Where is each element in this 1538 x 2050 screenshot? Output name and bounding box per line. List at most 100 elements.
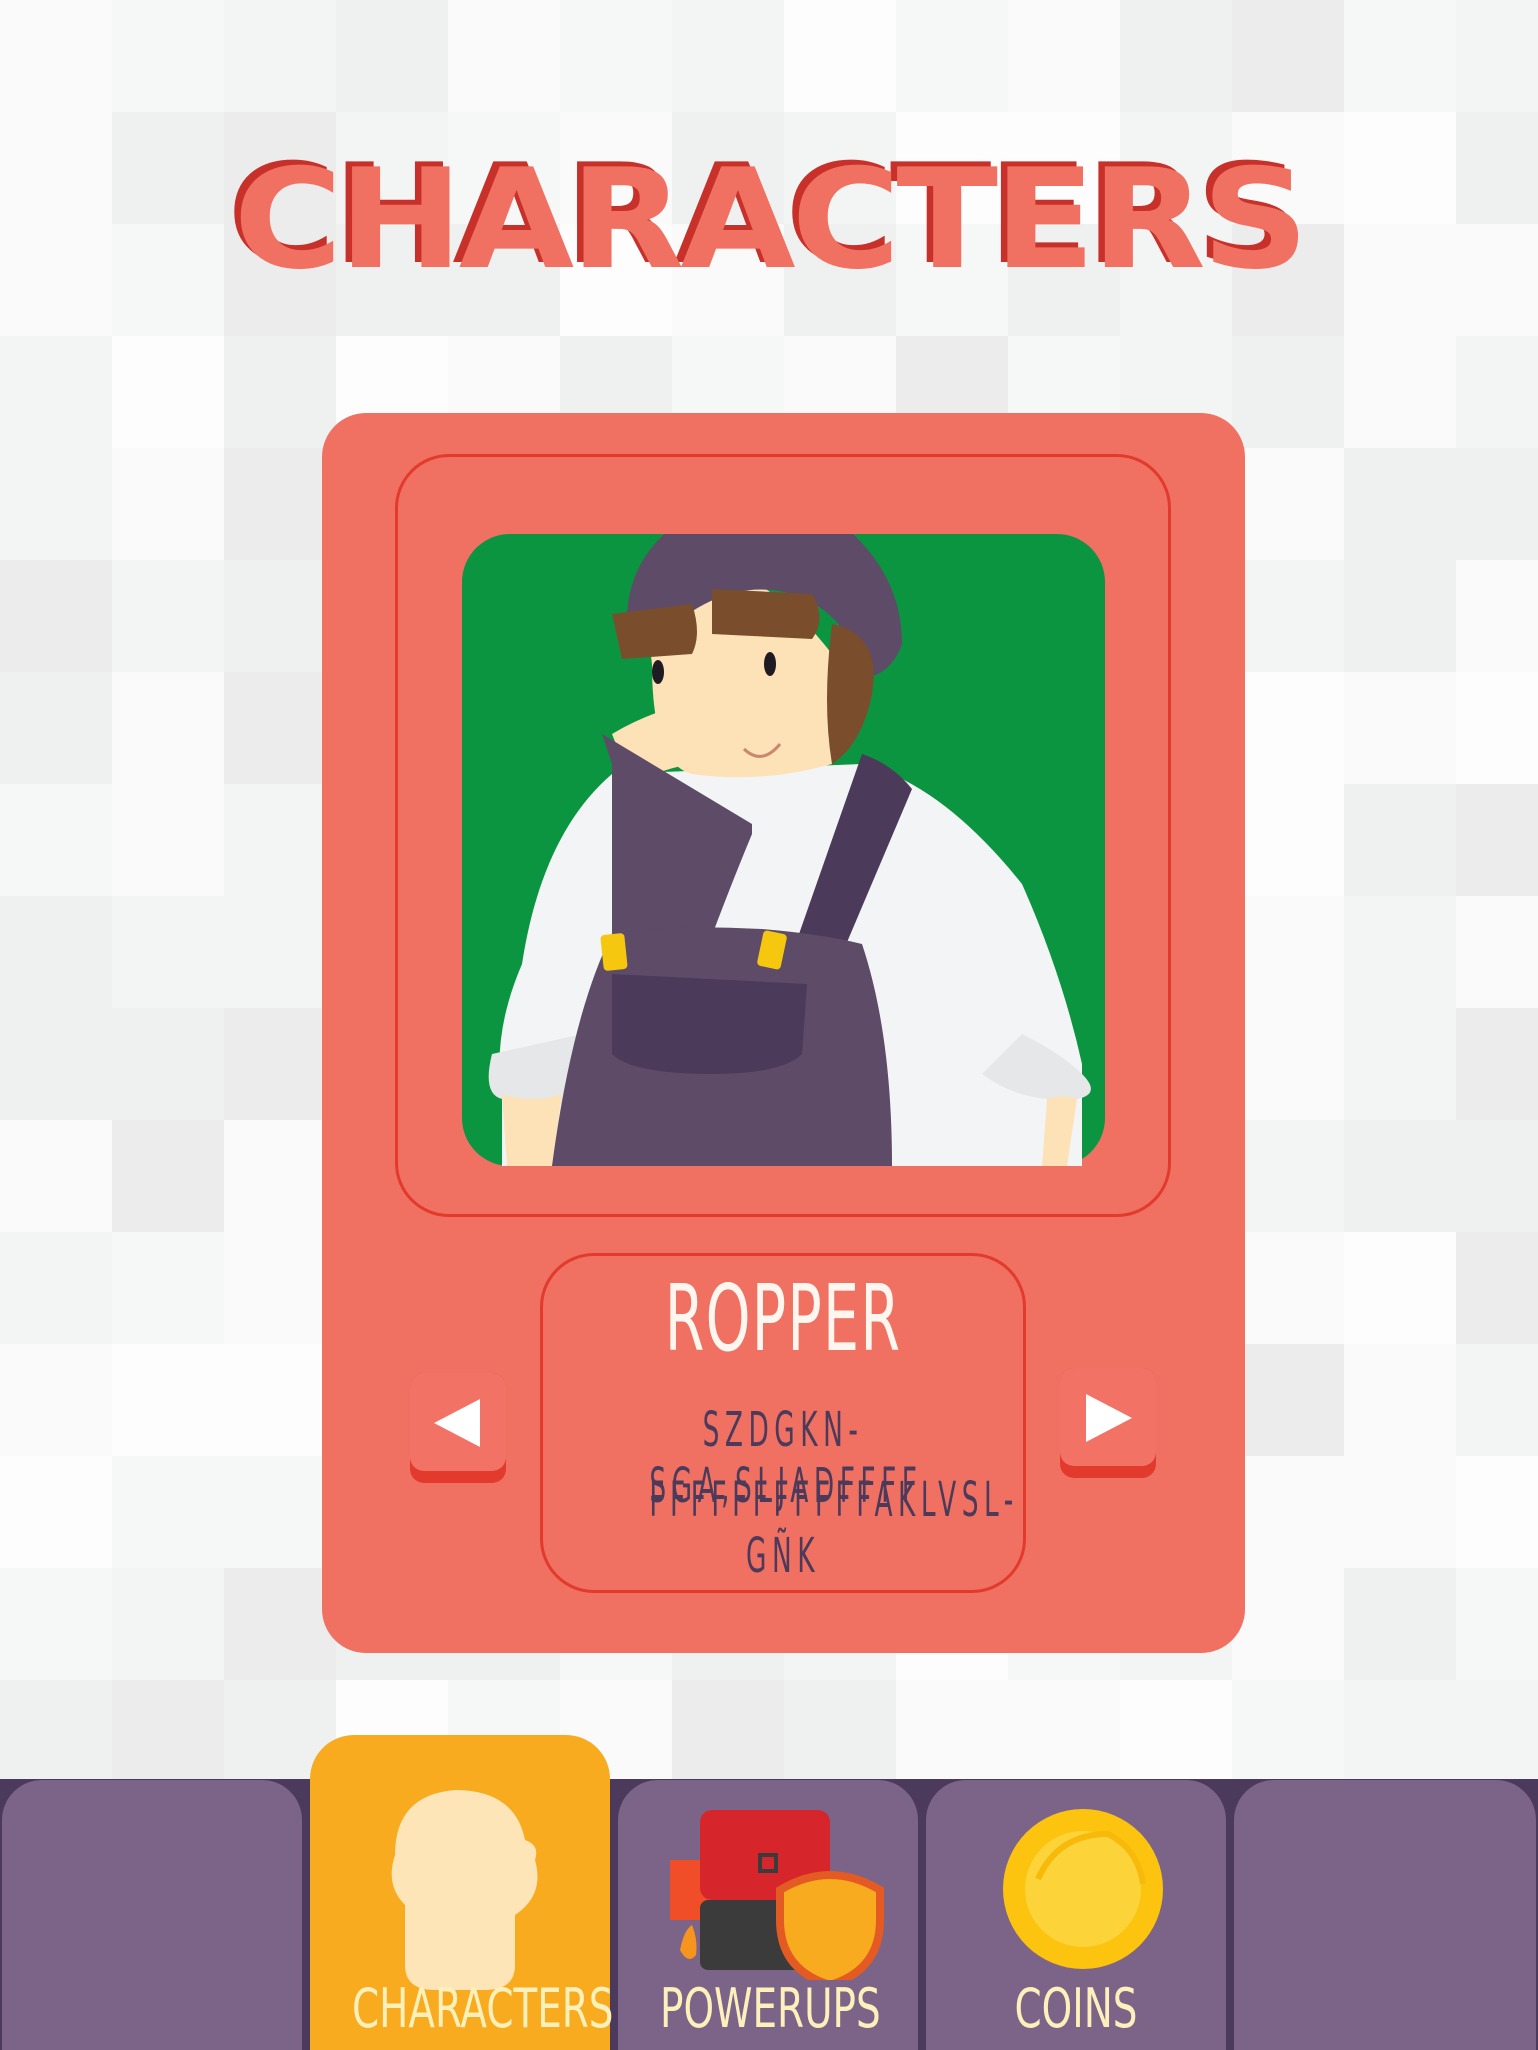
background-tile — [1344, 1232, 1456, 1344]
background-tile — [1232, 1568, 1344, 1680]
background-tile — [1456, 1232, 1538, 1344]
background-tile — [224, 560, 336, 672]
background-tile — [336, 0, 448, 112]
background-tile — [224, 1008, 336, 1120]
background-tile — [1232, 896, 1344, 1008]
background-tile — [1344, 448, 1456, 560]
background-tile — [224, 672, 336, 784]
background-tile — [1456, 1680, 1538, 1792]
background-tile — [1120, 0, 1232, 112]
background-tile — [1456, 1568, 1538, 1680]
background-tile — [112, 1232, 224, 1344]
background-tile — [1456, 0, 1538, 112]
background-tile — [224, 784, 336, 896]
background-tile — [224, 896, 336, 1008]
background-tile — [112, 336, 224, 448]
background-tile — [1344, 1680, 1456, 1792]
background-tile — [112, 1008, 224, 1120]
background-tile — [1232, 0, 1344, 112]
background-tile — [112, 1120, 224, 1232]
background-tile — [1344, 896, 1456, 1008]
background-tile — [0, 1680, 112, 1792]
background-tile — [0, 1568, 112, 1680]
background-tile — [0, 560, 112, 672]
background-tile — [1456, 1008, 1538, 1120]
tab-empty-right[interactable] — [1234, 1780, 1536, 2050]
character-description-line-2: FFFFFFFFFFFAKLVSL-GÑK — [649, 1472, 1019, 1584]
next-character-button[interactable] — [1060, 1368, 1156, 1478]
background-tile — [112, 1344, 224, 1456]
background-tile — [1456, 1344, 1538, 1456]
character-silhouette-icon — [391, 1790, 538, 1990]
background-tile — [1344, 784, 1456, 896]
background-tile — [112, 784, 224, 896]
background-tile — [1232, 560, 1344, 672]
background-tile — [1232, 784, 1344, 896]
background-tile — [0, 0, 112, 112]
coin-icon — [1003, 1809, 1163, 1969]
background-tile — [0, 672, 112, 784]
background-tile — [1344, 1008, 1456, 1120]
jetpack-shield-icon — [670, 1810, 884, 1980]
background-tile — [1344, 336, 1456, 448]
background-tile — [1344, 1568, 1456, 1680]
background-tile — [0, 336, 112, 448]
background-tile — [224, 448, 336, 560]
background-tile — [0, 1232, 112, 1344]
background-tile — [1456, 1456, 1538, 1568]
tab-powerups[interactable]: POWERUPS — [618, 1780, 918, 2050]
background-tile — [224, 1232, 336, 1344]
background-tile — [1456, 448, 1538, 560]
background-tile — [0, 1456, 112, 1568]
background-tile — [112, 448, 224, 560]
background-tile — [112, 0, 224, 112]
background-tile — [784, 1680, 896, 1792]
background-tile — [0, 896, 112, 1008]
right-arrow-icon — [1086, 1394, 1132, 1442]
tab-characters[interactable]: CHARACTERS — [310, 1735, 613, 2050]
background-tile — [112, 560, 224, 672]
tab-empty-left[interactable] — [2, 1780, 302, 2050]
background-tile — [0, 784, 112, 896]
background-tile — [1232, 1456, 1344, 1568]
background-tile — [224, 1120, 336, 1232]
background-tile — [1344, 1456, 1456, 1568]
background-tile — [224, 1344, 336, 1456]
previous-character-button[interactable] — [410, 1373, 506, 1483]
background-tile — [112, 896, 224, 1008]
background-tile — [784, 0, 896, 112]
tab-coins[interactable]: COINS — [926, 1780, 1226, 2050]
background-tile — [1120, 1680, 1232, 1792]
background-tile — [0, 448, 112, 560]
background-tile — [112, 1680, 224, 1792]
background-tile — [1232, 448, 1344, 560]
background-tile — [1232, 336, 1344, 448]
background-tile — [1456, 1120, 1538, 1232]
background-tile — [1456, 560, 1538, 672]
background-tile — [0, 1120, 112, 1232]
background-tile — [1232, 1232, 1344, 1344]
background-tile — [112, 1568, 224, 1680]
page-title: CHARACTERS — [233, 139, 1309, 300]
background-tile — [1232, 672, 1344, 784]
background-tile — [1232, 1344, 1344, 1456]
background-tile — [1344, 1120, 1456, 1232]
background-tile — [1344, 1344, 1456, 1456]
background-tile — [224, 336, 336, 448]
background-tile — [224, 1456, 336, 1568]
background-tile — [1008, 0, 1120, 112]
background-tile — [448, 0, 560, 112]
tab-coins-label: COINS — [1014, 1977, 1138, 2040]
background-tile — [896, 1680, 1008, 1792]
background-tile — [560, 0, 672, 112]
background-tile — [1232, 1120, 1344, 1232]
background-tile — [1344, 672, 1456, 784]
background-tile — [0, 1008, 112, 1120]
tab-powerups-label: POWERUPS — [660, 1977, 881, 2040]
background-tile — [1344, 560, 1456, 672]
background-tile — [224, 1568, 336, 1680]
background-tile — [1232, 1680, 1344, 1792]
background-tile — [672, 0, 784, 112]
background-tile — [672, 1680, 784, 1792]
background-tile — [1344, 0, 1456, 112]
